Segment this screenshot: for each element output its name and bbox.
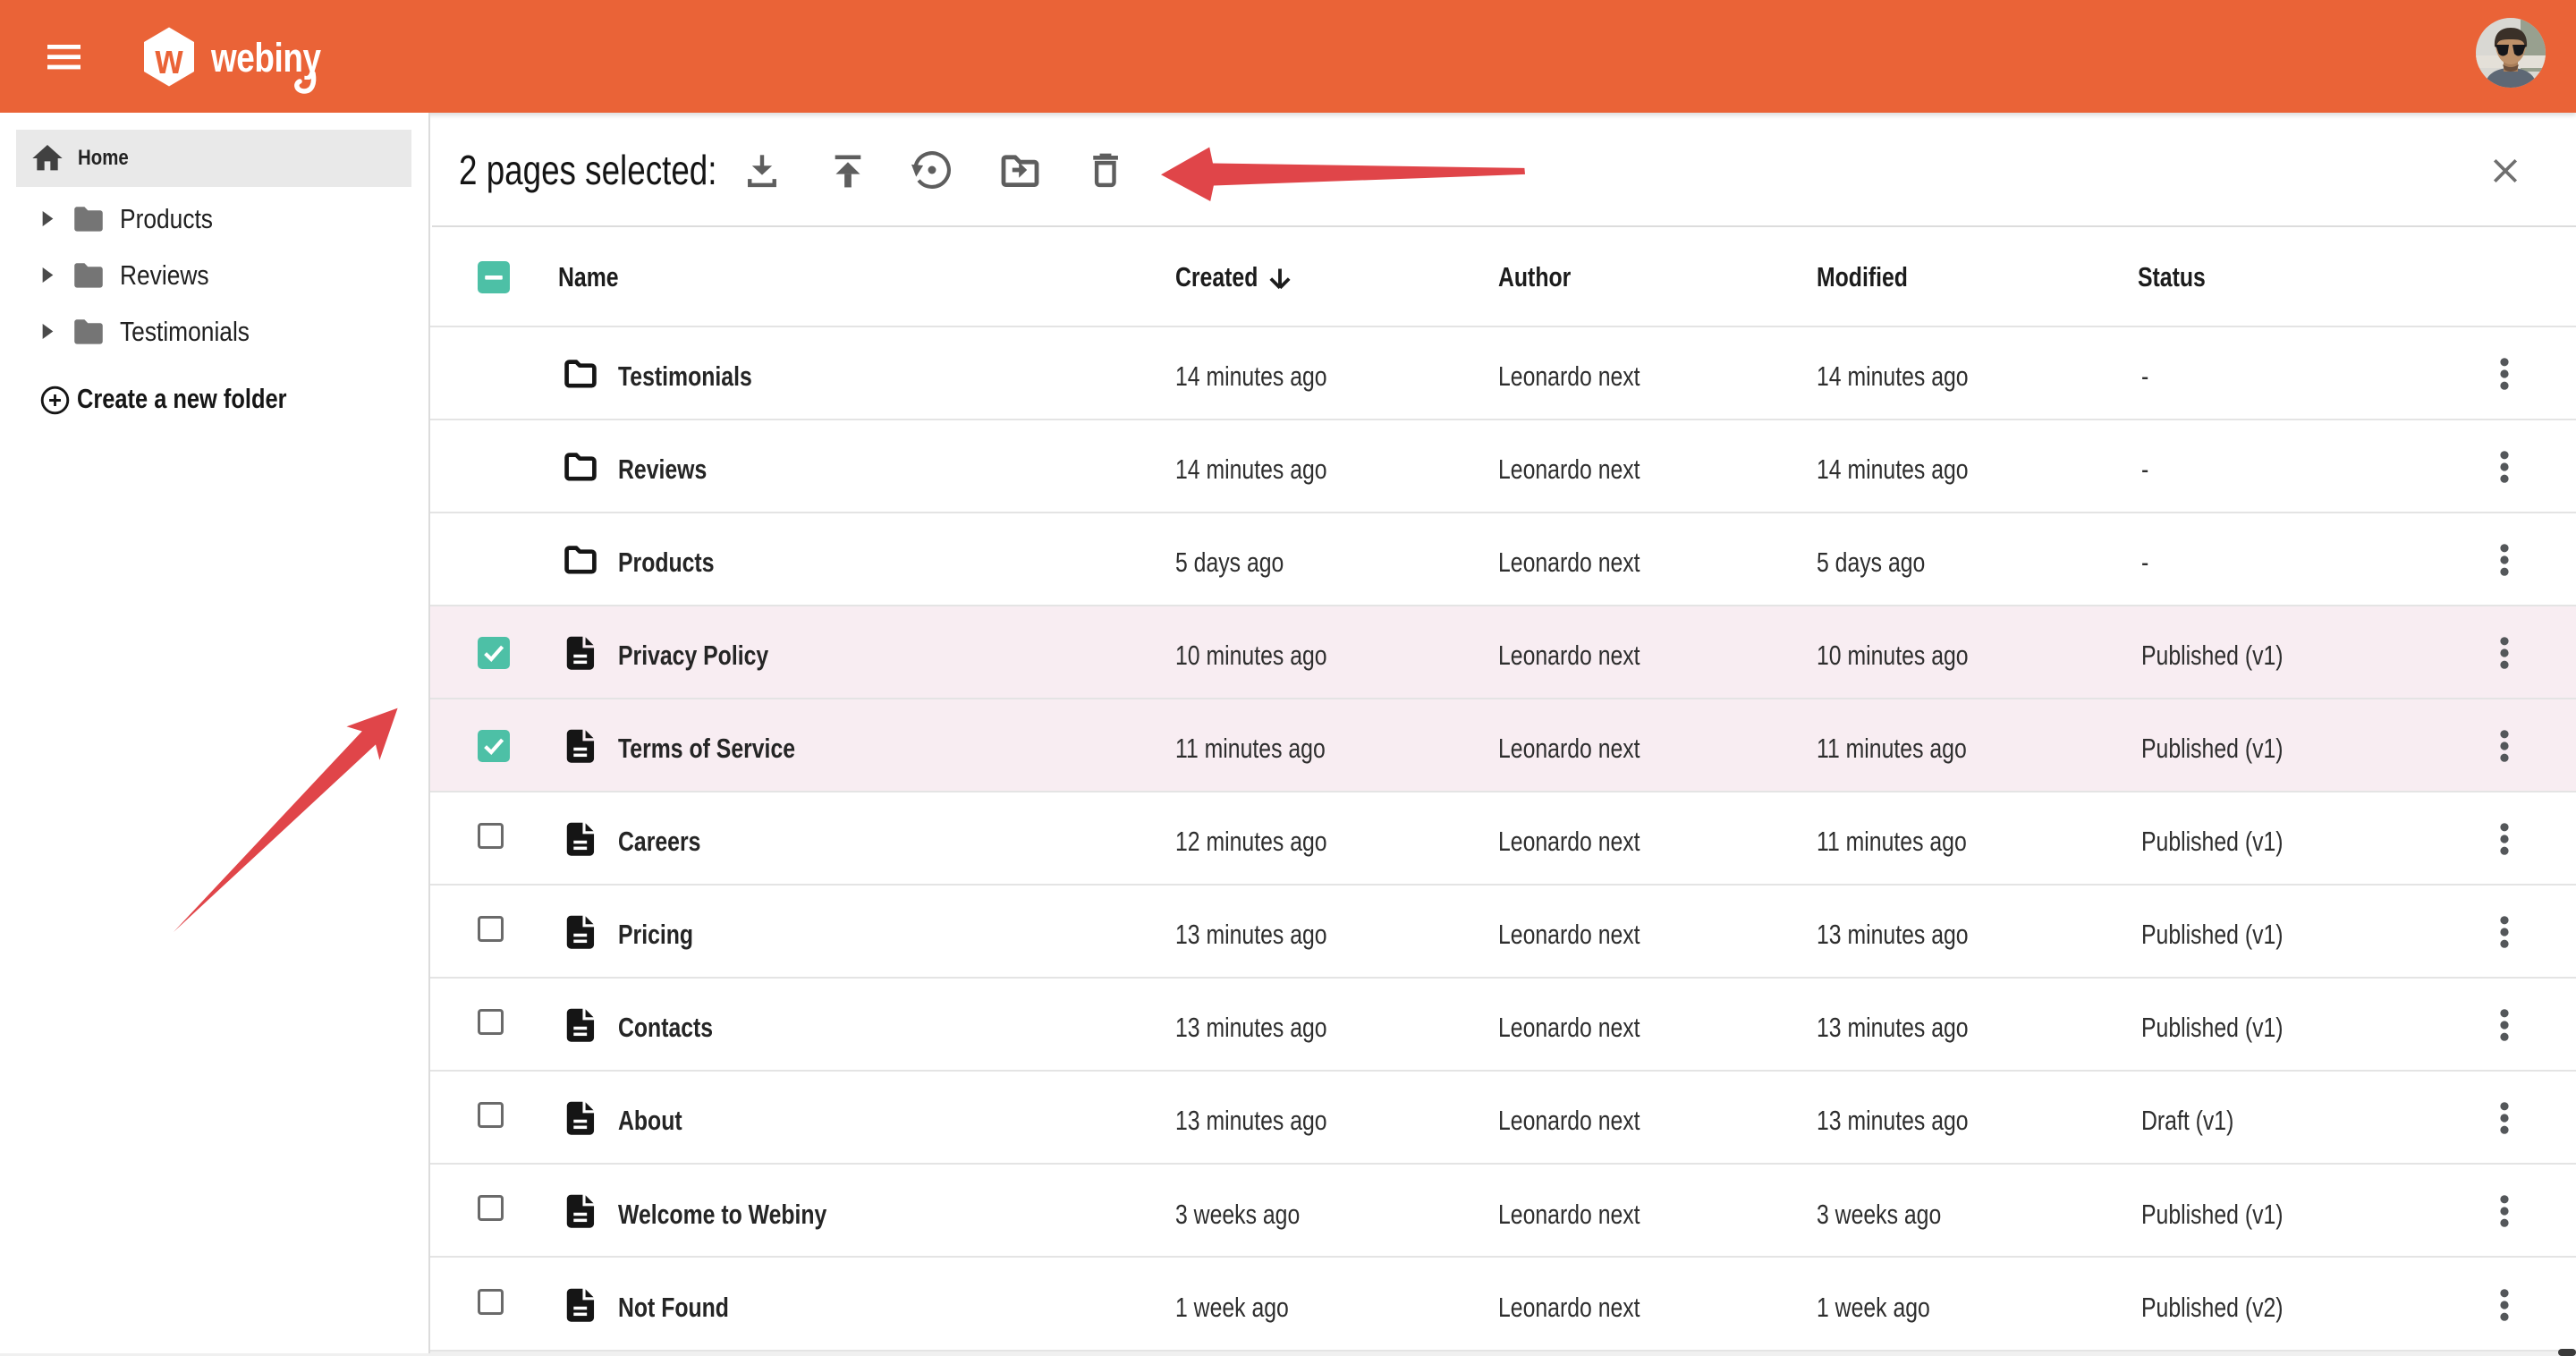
svg-text:w: w xyxy=(155,37,183,83)
svg-text:webiny: webiny xyxy=(211,36,321,81)
